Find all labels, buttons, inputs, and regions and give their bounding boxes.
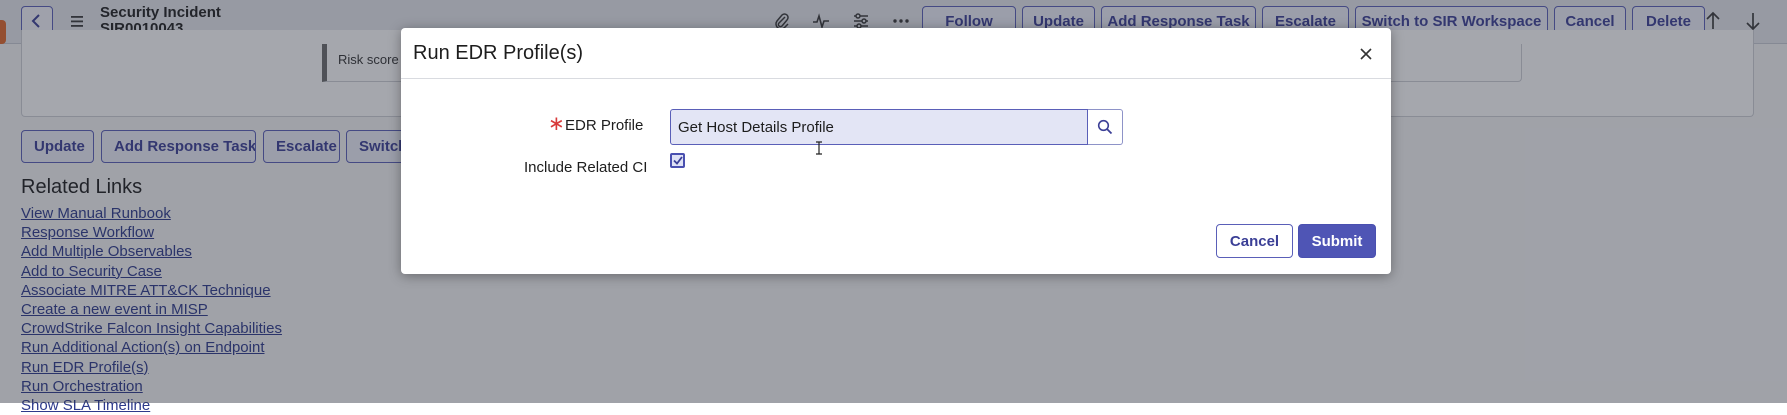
- required-indicator: ∗: [548, 113, 565, 135]
- dialog-title: Run EDR Profile(s): [413, 42, 584, 64]
- submit-button[interactable]: Submit: [1298, 224, 1376, 258]
- search-icon: [1097, 119, 1113, 135]
- close-button[interactable]: [1355, 43, 1377, 65]
- dialog-divider: [401, 78, 1391, 79]
- close-icon: [1360, 48, 1372, 60]
- text-cursor-icon: [816, 141, 822, 155]
- edr-profile-label: EDR Profile: [565, 117, 644, 134]
- checkmark-icon: [672, 156, 683, 165]
- edr-profile-lookup-button[interactable]: [1088, 109, 1123, 145]
- run-edr-profile-dialog: Run EDR Profile(s) ∗ EDR Profile Include…: [401, 28, 1391, 274]
- cancel-button[interactable]: Cancel: [1216, 224, 1293, 258]
- include-related-ci-label: Include Related CI: [524, 159, 648, 176]
- include-related-ci-checkbox[interactable]: [670, 153, 685, 168]
- edr-profile-field[interactable]: [670, 109, 1088, 145]
